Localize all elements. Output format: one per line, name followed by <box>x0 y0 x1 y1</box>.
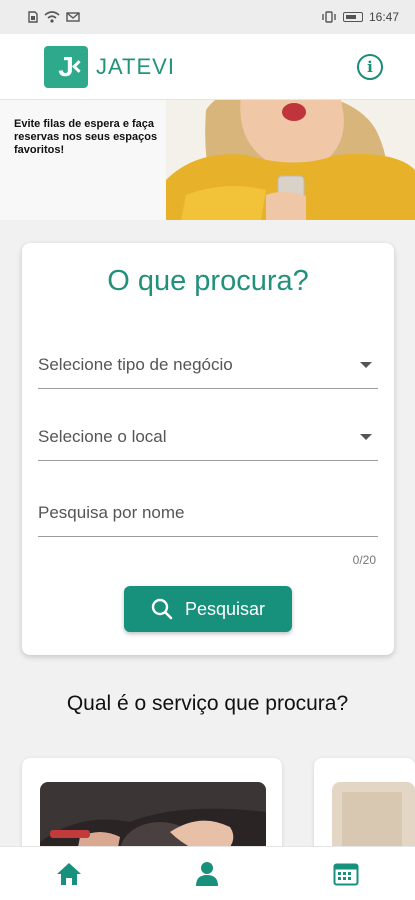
character-counter: 0/20 <box>352 553 376 567</box>
name-search-field[interactable] <box>38 489 378 537</box>
mail-icon <box>66 12 80 22</box>
info-icon: i <box>367 57 373 76</box>
service-card[interactable] <box>22 758 282 858</box>
wifi-icon <box>44 11 60 23</box>
services-section-title: Qual é o serviço que procura? <box>66 692 349 715</box>
status-icons-right: 16:47 <box>321 10 399 24</box>
location-select[interactable]: Selecione o local <box>38 413 378 461</box>
search-button[interactable]: Pesquisar <box>124 586 292 632</box>
logo-mark: J <box>44 45 88 88</box>
info-button[interactable]: i <box>357 53 383 80</box>
search-button-label: Pesquisar <box>184 598 266 619</box>
status-icons-left <box>28 11 80 23</box>
name-search-input[interactable] <box>38 502 378 523</box>
check-icon <box>72 59 85 73</box>
logo-text: JATEVI <box>96 53 175 79</box>
app-logo: J JATEVI <box>44 45 175 88</box>
person-icon <box>196 861 219 886</box>
promo-banner: Evite filas de espera e faça reservas no… <box>0 100 415 220</box>
business-type-select[interactable]: Selecione tipo de negócio <box>38 341 378 389</box>
search-card: O que procura? Selecione tipo de negócio… <box>22 243 394 655</box>
nav-profile[interactable] <box>177 854 237 894</box>
banner-woman-image <box>166 100 415 220</box>
nav-home[interactable] <box>39 854 99 894</box>
bottom-navigation <box>0 846 415 900</box>
app-header: J JATEVI i <box>0 34 415 100</box>
battery-icon <box>342 12 363 22</box>
status-bar: 16:47 <box>0 0 415 34</box>
search-card-title: O que procura? <box>107 265 309 297</box>
business-type-label: Selecione tipo de negócio <box>38 354 233 374</box>
dropdown-arrow-icon <box>360 433 372 440</box>
dropdown-arrow-icon <box>360 361 372 368</box>
service-card[interactable] <box>314 758 415 858</box>
status-time: 16:47 <box>368 10 399 24</box>
location-label: Selecione o local <box>38 426 167 446</box>
vibrate-icon <box>321 11 337 23</box>
nav-calendar[interactable] <box>316 854 376 894</box>
home-icon <box>57 862 82 885</box>
calendar-icon <box>333 863 359 885</box>
search-icon <box>151 598 173 620</box>
sim-icon <box>28 11 38 23</box>
banner-text: Evite filas de espera e faça reservas no… <box>14 118 158 156</box>
